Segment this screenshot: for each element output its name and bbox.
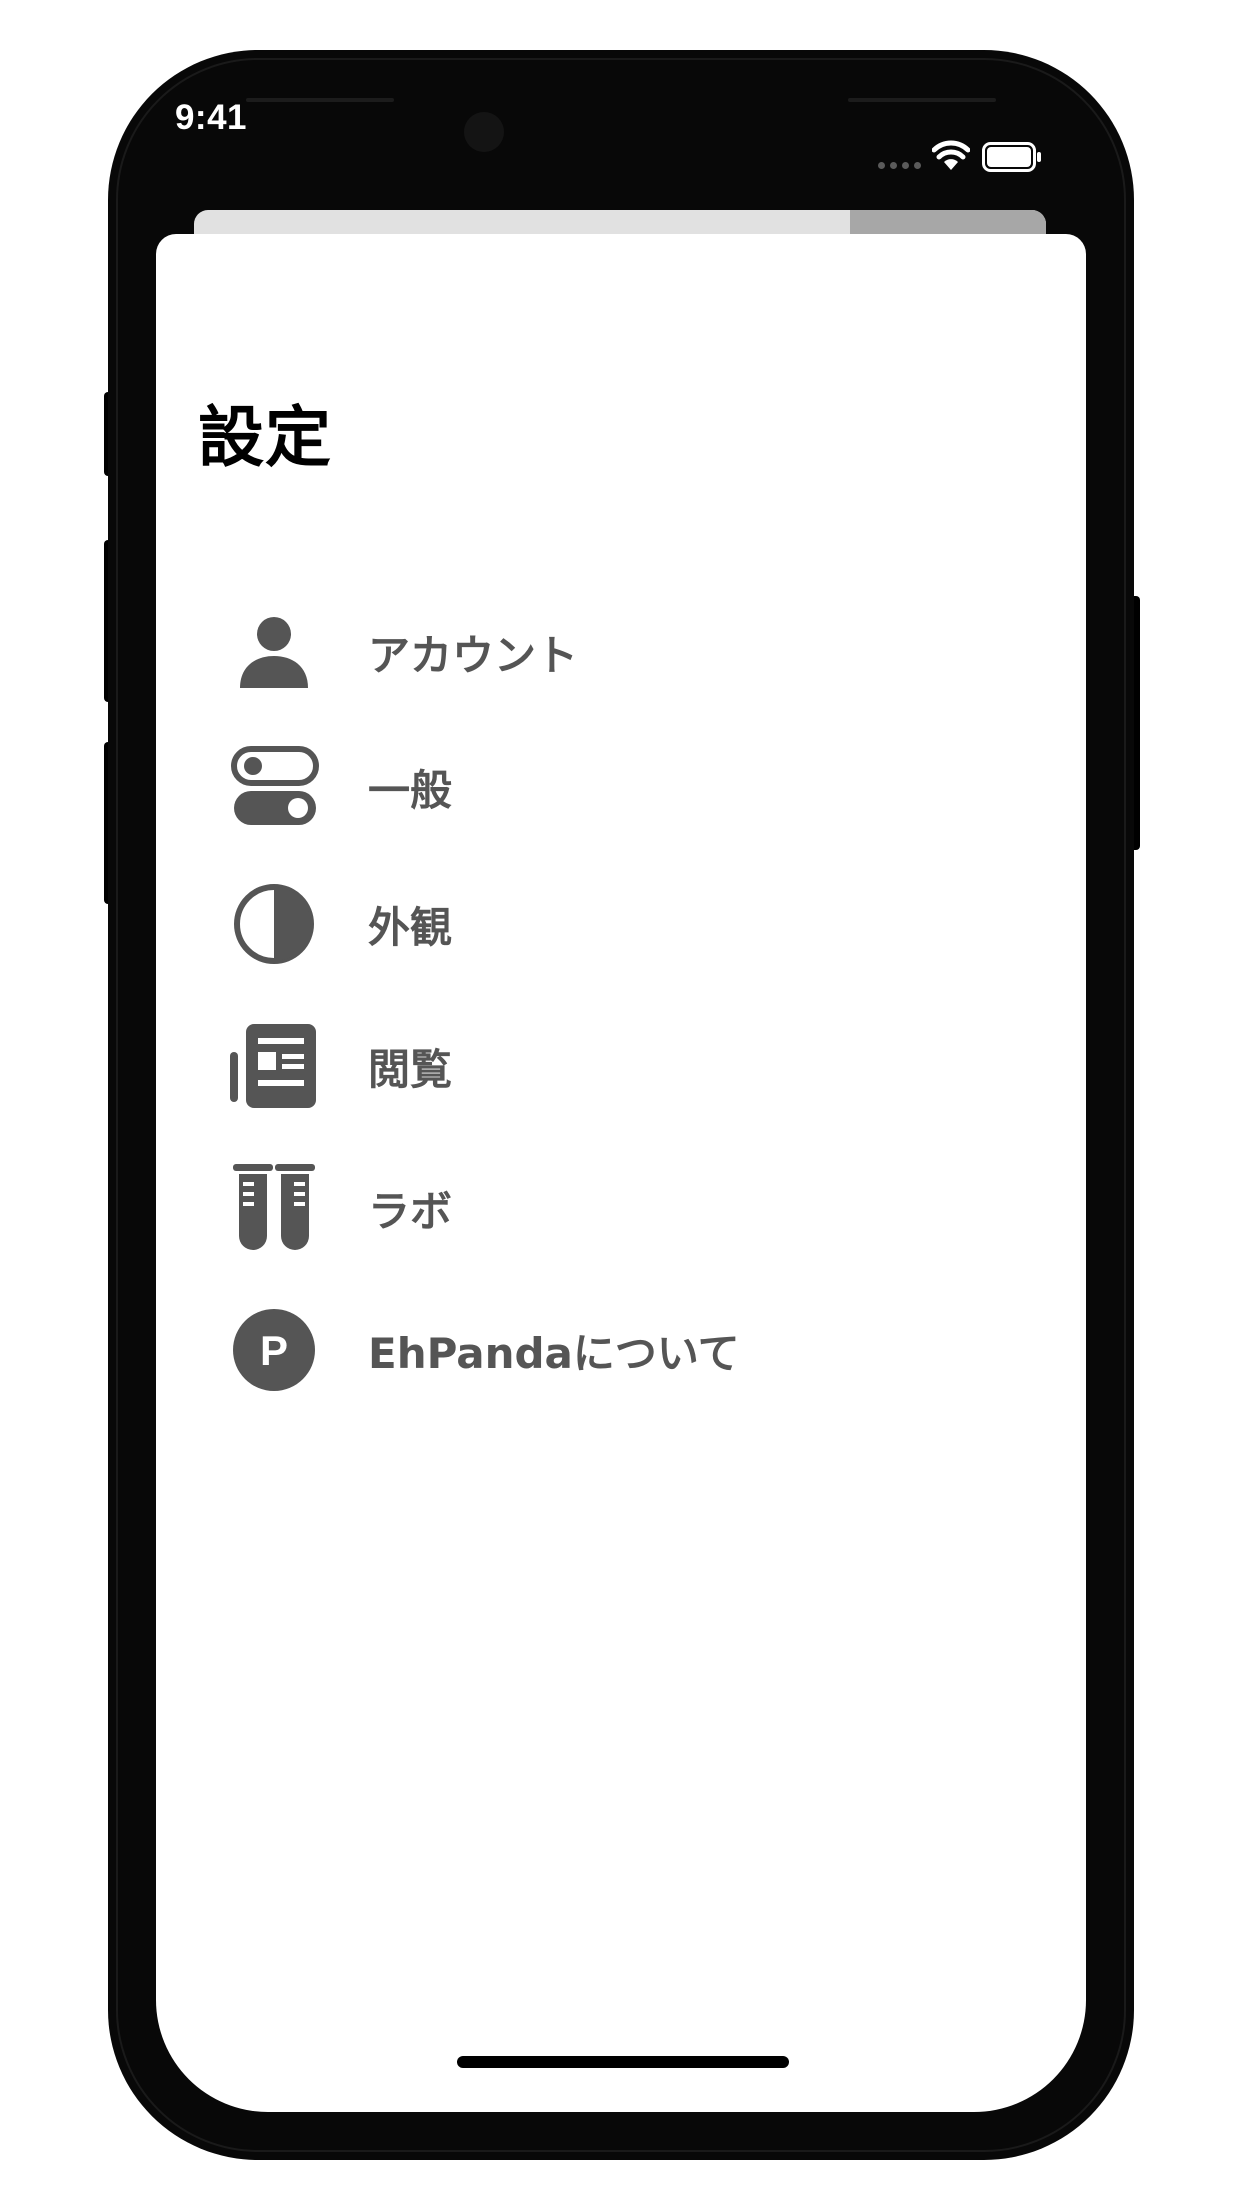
speaker-grille-right (848, 98, 996, 102)
test-tubes-icon (226, 1160, 322, 1256)
status-icons (878, 138, 1054, 174)
settings-row-label: EhPandaについて (368, 1328, 740, 1378)
status-time: 9:41 (174, 98, 248, 137)
newspaper-icon (226, 1018, 322, 1114)
settings-row-account[interactable]: アカウント (226, 604, 986, 700)
settings-row-label: ラボ (368, 1186, 453, 1236)
settings-row-labs[interactable]: ラボ (226, 1160, 986, 1256)
svg-text:P: P (260, 1327, 288, 1374)
settings-row-label: アカウント (368, 630, 579, 680)
settings-sheet: 設定 アカウント 一般 外観 閲覧 ラボ P EhPandaについて (156, 234, 1086, 2112)
battery-icon (982, 142, 1041, 172)
settings-row-label: 閲覧 (368, 1044, 453, 1094)
settings-row-reading[interactable]: 閲覧 (226, 1018, 986, 1114)
settings-row-label: 外観 (368, 902, 453, 952)
settings-row-label: 一般 (368, 765, 453, 815)
person-icon (226, 604, 322, 700)
page-title: 設定 (198, 399, 332, 476)
home-indicator[interactable] (457, 2056, 789, 2068)
settings-row-general[interactable]: 一般 (226, 739, 986, 835)
wifi-icon (932, 140, 970, 170)
switches-icon (226, 739, 322, 835)
p-circle-icon: P (226, 1302, 322, 1398)
appearance-half-circle-icon (226, 876, 322, 972)
settings-row-appearance[interactable]: 外観 (226, 876, 986, 972)
device-mockup: 9:41 設定 アカウント 一般 外観 閲覧 ラボ P EhPandaについて (0, 0, 1242, 2208)
cellular-signal-icon (878, 162, 921, 169)
settings-row-about[interactable]: P EhPandaについて (226, 1302, 986, 1398)
front-camera (464, 112, 504, 152)
